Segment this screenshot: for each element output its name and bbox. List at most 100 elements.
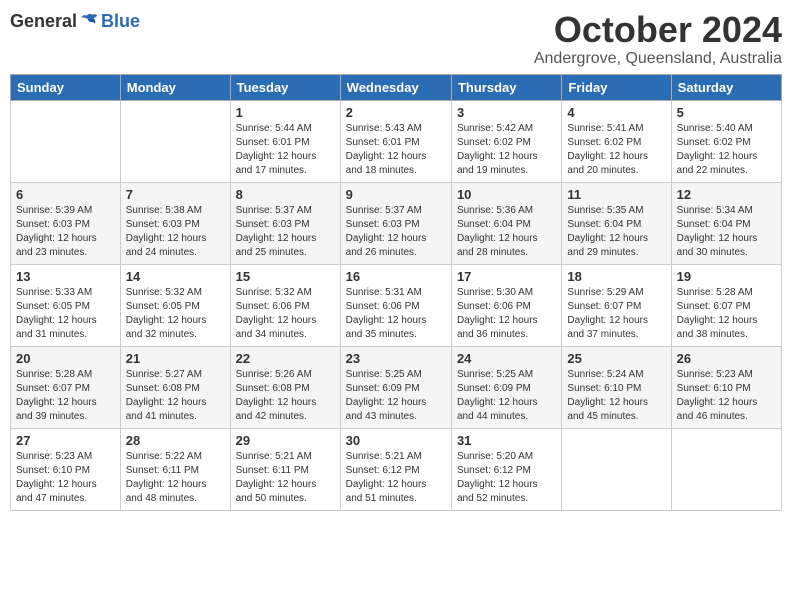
calendar-cell: 3 Sunrise: 5:42 AM Sunset: 6:02 PM Daylig…: [451, 100, 561, 182]
day-info: Sunrise: 5:43 AM Sunset: 6:01 PM Dayligh…: [346, 122, 446, 178]
logo-blue-text: Blue: [101, 11, 140, 32]
day-info: Sunrise: 5:21 AM Sunset: 6:12 PM Dayligh…: [346, 450, 446, 506]
day-info: Sunrise: 5:33 AM Sunset: 6:05 PM Dayligh…: [16, 286, 115, 342]
day-number: 21: [126, 351, 225, 366]
logo-general-text: General: [10, 11, 77, 32]
day-number: 22: [236, 351, 335, 366]
calendar-cell: 11 Sunrise: 5:35 AM Sunset: 6:04 PM Dayli…: [562, 182, 671, 264]
calendar-header-thursday: Thursday: [451, 74, 561, 100]
calendar-cell: 30Sunrise: 5:21 AM Sunset: 6:12 PM Dayli…: [340, 428, 451, 510]
day-info: Sunrise: 5:34 AM Sunset: 6:04 PM Dayligh…: [677, 204, 776, 260]
calendar-cell: 14 Sunrise: 5:32 AM Sunset: 6:05 PM Dayli…: [120, 264, 230, 346]
day-info: Sunrise: 5:44 AM Sunset: 6:01 PM Dayligh…: [236, 122, 335, 178]
day-info: Sunrise: 5:28 AM Sunset: 6:07 PM Dayligh…: [16, 368, 115, 424]
day-number: 23: [346, 351, 446, 366]
calendar-cell: 28Sunrise: 5:22 AM Sunset: 6:11 PM Dayli…: [120, 428, 230, 510]
day-info: Sunrise: 5:37 AM Sunset: 6:03 PM Dayligh…: [346, 204, 446, 260]
calendar-table: SundayMondayTuesdayWednesdayThursdayFrid…: [10, 74, 782, 511]
day-number: 16: [346, 269, 446, 284]
day-info: Sunrise: 5:30 AM Sunset: 6:06 PM Dayligh…: [457, 286, 556, 342]
day-number: 7: [126, 187, 225, 202]
page-header: General Blue October 2024 Andergrove, Qu…: [10, 10, 782, 68]
calendar-cell: 7 Sunrise: 5:38 AM Sunset: 6:03 PM Daylig…: [120, 182, 230, 264]
day-info: Sunrise: 5:20 AM Sunset: 6:12 PM Dayligh…: [457, 450, 556, 506]
day-info: Sunrise: 5:21 AM Sunset: 6:11 PM Dayligh…: [236, 450, 335, 506]
day-number: 3: [457, 105, 556, 120]
day-info: Sunrise: 5:38 AM Sunset: 6:03 PM Dayligh…: [126, 204, 225, 260]
day-info: Sunrise: 5:27 AM Sunset: 6:08 PM Dayligh…: [126, 368, 225, 424]
calendar-cell: [562, 428, 671, 510]
day-number: 8: [236, 187, 335, 202]
calendar-week-row: 1 Sunrise: 5:44 AM Sunset: 6:01 PM Daylig…: [11, 100, 782, 182]
day-number: 9: [346, 187, 446, 202]
calendar-cell: 1 Sunrise: 5:44 AM Sunset: 6:01 PM Daylig…: [230, 100, 340, 182]
day-number: 1: [236, 105, 335, 120]
calendar-cell: 15 Sunrise: 5:32 AM Sunset: 6:06 PM Dayli…: [230, 264, 340, 346]
calendar-cell: 10 Sunrise: 5:36 AM Sunset: 6:04 PM Dayli…: [451, 182, 561, 264]
day-number: 14: [126, 269, 225, 284]
day-number: 20: [16, 351, 115, 366]
calendar-header-saturday: Saturday: [671, 74, 781, 100]
calendar-header-friday: Friday: [562, 74, 671, 100]
calendar-cell: 13 Sunrise: 5:33 AM Sunset: 6:05 PM Dayli…: [11, 264, 121, 346]
calendar-cell: 25Sunrise: 5:24 AM Sunset: 6:10 PM Dayli…: [562, 346, 671, 428]
calendar-header-sunday: Sunday: [11, 74, 121, 100]
day-number: 17: [457, 269, 556, 284]
calendar-cell: [671, 428, 781, 510]
day-info: Sunrise: 5:31 AM Sunset: 6:06 PM Dayligh…: [346, 286, 446, 342]
calendar-cell: 2 Sunrise: 5:43 AM Sunset: 6:01 PM Daylig…: [340, 100, 451, 182]
title-section: October 2024 Andergrove, Queensland, Aus…: [534, 10, 782, 68]
calendar-cell: 26 Sunrise: 5:23 AM Sunset: 6:10 PM Dayli…: [671, 346, 781, 428]
day-info: Sunrise: 5:42 AM Sunset: 6:02 PM Dayligh…: [457, 122, 556, 178]
day-info: Sunrise: 5:23 AM Sunset: 6:10 PM Dayligh…: [677, 368, 776, 424]
calendar-cell: [120, 100, 230, 182]
day-info: Sunrise: 5:40 AM Sunset: 6:02 PM Dayligh…: [677, 122, 776, 178]
calendar-cell: 17 Sunrise: 5:30 AM Sunset: 6:06 PM Dayli…: [451, 264, 561, 346]
day-number: 11: [567, 187, 665, 202]
day-info: Sunrise: 5:23 AM Sunset: 6:10 PM Dayligh…: [16, 450, 115, 506]
calendar-cell: 16 Sunrise: 5:31 AM Sunset: 6:06 PM Dayli…: [340, 264, 451, 346]
day-number: 13: [16, 269, 115, 284]
day-info: Sunrise: 5:28 AM Sunset: 6:07 PM Dayligh…: [677, 286, 776, 342]
calendar-cell: 21 Sunrise: 5:27 AM Sunset: 6:08 PM Dayli…: [120, 346, 230, 428]
calendar-cell: 22 Sunrise: 5:26 AM Sunset: 6:08 PM Dayli…: [230, 346, 340, 428]
calendar-cell: 31Sunrise: 5:20 AM Sunset: 6:12 PM Dayli…: [451, 428, 561, 510]
calendar-cell: 12 Sunrise: 5:34 AM Sunset: 6:04 PM Dayli…: [671, 182, 781, 264]
day-number: 2: [346, 105, 446, 120]
day-info: Sunrise: 5:25 AM Sunset: 6:09 PM Dayligh…: [346, 368, 446, 424]
calendar-week-row: 13 Sunrise: 5:33 AM Sunset: 6:05 PM Dayli…: [11, 264, 782, 346]
day-number: 12: [677, 187, 776, 202]
day-info: Sunrise: 5:26 AM Sunset: 6:08 PM Dayligh…: [236, 368, 335, 424]
day-info: Sunrise: 5:29 AM Sunset: 6:07 PM Dayligh…: [567, 286, 665, 342]
calendar-week-row: 6Sunrise: 5:39 AM Sunset: 6:03 PM Daylig…: [11, 182, 782, 264]
day-info: Sunrise: 5:32 AM Sunset: 6:05 PM Dayligh…: [126, 286, 225, 342]
calendar-header-wednesday: Wednesday: [340, 74, 451, 100]
calendar-header-row: SundayMondayTuesdayWednesdayThursdayFrid…: [11, 74, 782, 100]
day-info: Sunrise: 5:25 AM Sunset: 6:09 PM Dayligh…: [457, 368, 556, 424]
calendar-cell: 20 Sunrise: 5:28 AM Sunset: 6:07 PM Dayli…: [11, 346, 121, 428]
calendar-cell: 29 Sunrise: 5:21 AM Sunset: 6:11 PM Dayli…: [230, 428, 340, 510]
logo-bird-icon: [79, 10, 101, 32]
day-number: 29: [236, 433, 335, 448]
location: Andergrove, Queensland, Australia: [534, 50, 782, 68]
day-number: 18: [567, 269, 665, 284]
day-number: 27: [16, 433, 115, 448]
calendar-cell: 27 Sunrise: 5:23 AM Sunset: 6:10 PM Dayli…: [11, 428, 121, 510]
day-number: 10: [457, 187, 556, 202]
calendar-cell: 8 Sunrise: 5:37 AM Sunset: 6:03 PM Daylig…: [230, 182, 340, 264]
day-number: 6: [16, 187, 115, 202]
day-info: Sunrise: 5:37 AM Sunset: 6:03 PM Dayligh…: [236, 204, 335, 260]
day-info: Sunrise: 5:32 AM Sunset: 6:06 PM Dayligh…: [236, 286, 335, 342]
day-number: 15: [236, 269, 335, 284]
calendar-week-row: 27 Sunrise: 5:23 AM Sunset: 6:10 PM Dayli…: [11, 428, 782, 510]
day-number: 26: [677, 351, 776, 366]
month-title: October 2024: [534, 10, 782, 50]
logo: General Blue: [10, 10, 140, 32]
calendar-cell: 6Sunrise: 5:39 AM Sunset: 6:03 PM Daylig…: [11, 182, 121, 264]
calendar-header-monday: Monday: [120, 74, 230, 100]
calendar-header-tuesday: Tuesday: [230, 74, 340, 100]
day-number: 5: [677, 105, 776, 120]
day-number: 24: [457, 351, 556, 366]
day-info: Sunrise: 5:35 AM Sunset: 6:04 PM Dayligh…: [567, 204, 665, 260]
day-info: Sunrise: 5:36 AM Sunset: 6:04 PM Dayligh…: [457, 204, 556, 260]
